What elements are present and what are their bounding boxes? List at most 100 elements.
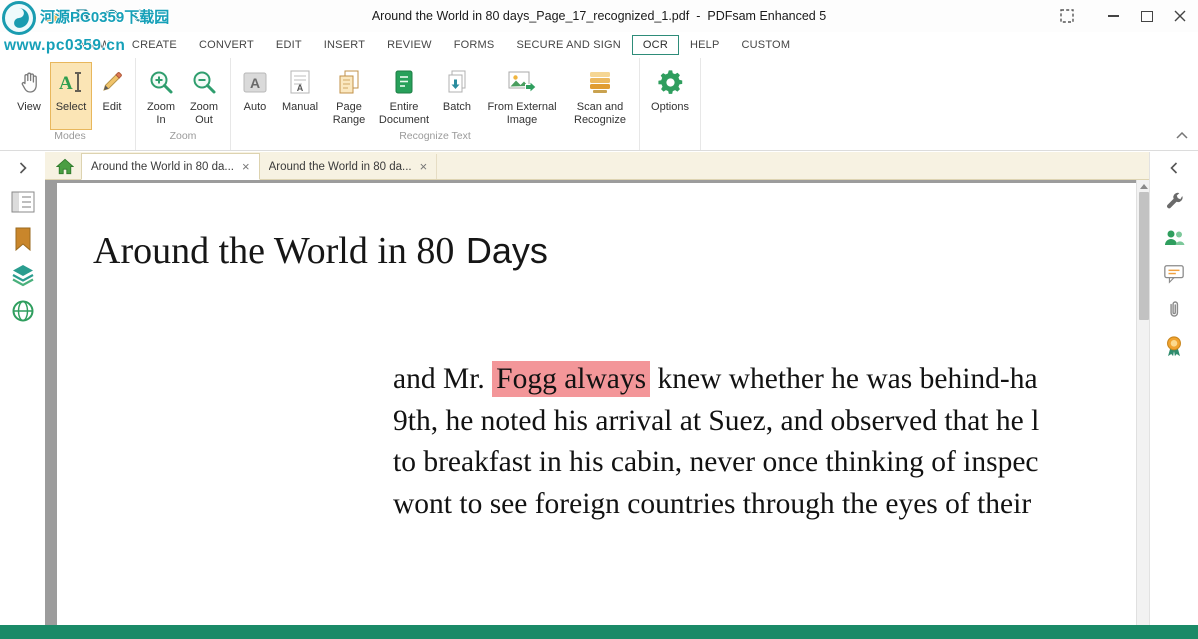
zoom-in-icon [147,65,175,99]
manual-recognize-button[interactable]: A Manual [276,62,324,130]
toggle-layout-icon[interactable] [1050,1,1083,31]
app-name-text: PDFsam Enhanced 5 [707,9,826,23]
titlebar: Around the World in 80 days_Page_17_reco… [0,0,1198,32]
maximize-icon[interactable] [1130,1,1163,31]
certificates-icon[interactable] [1161,335,1187,360]
pencil-icon [99,65,125,99]
right-panel-rail [1149,152,1198,625]
svg-text:A: A [59,73,73,94]
text-line-4: wont to see foreign countries through th… [393,484,1039,526]
ribbon-group-recognize-text: A Auto A Manual Page Range [231,58,640,150]
auto-recognize-label: Auto [244,101,267,114]
recognize-text-group-label: Recognize Text [236,130,634,147]
page-heading: Around the World in 80 Days [93,229,548,273]
scan-and-recognize-button[interactable]: Scan and Recognize [566,62,634,130]
select-text-icon: A [58,65,84,99]
document-tab-bar: Around the World in 80 da... × Around th… [45,152,1150,180]
pdfsam-window: Around the World in 80 days_Page_17_reco… [0,0,1198,639]
entire-document-button[interactable]: Entire Document [374,62,434,130]
close-icon[interactable] [1163,1,1196,31]
ribbon-collapse-icon[interactable] [1176,126,1188,144]
web-links-icon[interactable] [10,299,36,324]
page-thumbnails-icon[interactable] [10,191,36,216]
zoom-out-label: Zoom Out [184,101,224,127]
view-mode-button[interactable]: View [10,62,48,130]
batch-icon [444,65,470,99]
document-canvas: Around the World in 80 Days and Mr. Fogg… [45,180,1150,625]
pdf-page: Around the World in 80 Days and Mr. Fogg… [57,183,1137,625]
ribbon-tab-custom[interactable]: CUSTOM [731,35,802,55]
expand-right-panel-icon[interactable] [1169,161,1179,179]
scroll-up-icon[interactable] [1140,184,1148,189]
zoom-group-label: Zoom [141,130,225,147]
comments-icon[interactable] [1161,263,1187,288]
ribbon-tab-convert[interactable]: CONVERT [188,35,265,55]
window-title: Around the World in 80 days_Page_17_reco… [0,0,1198,32]
page-paragraph: and Mr. Fogg always knew whether he was … [393,359,1039,525]
status-bar [0,625,1198,639]
scrollbar-thumb[interactable] [1139,192,1149,320]
ribbon-tab-review[interactable]: REVIEW [376,35,443,55]
from-external-image-label: From External Image [481,101,563,127]
title-separator: - [696,9,700,23]
ribbon-tab-forms[interactable]: FORMS [443,35,506,55]
ribbon-tab-edit[interactable]: EDIT [265,35,313,55]
view-mode-label: View [17,101,41,114]
vertical-scrollbar[interactable] [1136,180,1150,625]
scanner-icon [586,65,614,99]
ribbon-tab-bar: VIEW CREATE CONVERT EDIT INSERT REVIEW F… [0,32,1198,58]
minimize-icon[interactable] [1097,1,1130,31]
tools-icon[interactable] [1161,191,1187,216]
text-line-2: 9th, he noted his arrival at Suez, and o… [393,401,1039,443]
attachments-icon[interactable] [1161,299,1187,324]
svg-text:A: A [297,83,304,93]
auto-recognize-button[interactable]: A Auto [236,62,274,130]
text-line-1-pre: and Mr. [393,363,492,395]
page-heading-serif: Around the World in 80 [93,230,454,272]
page-heading-sans: Days [466,230,548,271]
zoom-in-button[interactable]: Zoom In [141,62,181,130]
svg-text:A: A [250,75,260,91]
options-button[interactable]: Options [645,62,695,130]
ribbon-tab-view[interactable]: VIEW [70,35,121,55]
modes-group-label: Modes [10,130,130,147]
document-tab-2-label: Around the World in 80 da... [269,161,412,173]
text-line-3: to breakfast in his cabin, never once th… [393,442,1039,484]
ribbon-tab-create[interactable]: CREATE [121,35,188,55]
zoom-out-button[interactable]: Zoom Out [183,62,225,130]
left-panel-rail [0,152,46,625]
ribbon-tab-secure-and-sign[interactable]: SECURE AND SIGN [505,35,631,55]
manual-recognize-icon: A [287,65,313,99]
ribbon-group-modes: View A Select Edit Modes [0,58,136,150]
select-mode-button[interactable]: A Select [50,62,92,130]
close-tab-icon[interactable]: × [420,160,428,173]
layers-icon[interactable] [10,263,36,288]
ribbon-tab-insert[interactable]: INSERT [313,35,376,55]
from-external-image-button[interactable]: From External Image [480,62,564,130]
document-tab-1[interactable]: Around the World in 80 da... × [81,153,260,180]
page-range-icon [336,65,362,99]
document-title-text: Around the World in 80 days_Page_17_reco… [372,9,689,23]
auto-recognize-icon: A [242,65,268,99]
page-range-button[interactable]: Page Range [326,62,372,130]
ribbon-tab-ocr[interactable]: OCR [632,35,679,55]
document-tab-2[interactable]: Around the World in 80 da... × [260,154,438,179]
ribbon-tab-help[interactable]: HELP [679,35,731,55]
batch-button[interactable]: Batch [436,62,478,130]
external-image-icon [507,65,537,99]
entire-document-label: Entire Document [375,101,433,127]
highlighted-text: Fogg always [492,361,650,397]
ribbon-group-options: Options [640,58,701,150]
expand-left-panel-icon[interactable] [18,161,28,179]
zoom-out-icon [190,65,218,99]
edit-mode-button[interactable]: Edit [94,62,130,130]
hand-icon [16,65,42,99]
home-icon[interactable] [52,153,78,179]
window-controls [1050,0,1196,32]
batch-label: Batch [443,101,471,114]
text-line-1-post: knew whether he was behind-ha [650,363,1037,395]
close-tab-icon[interactable]: × [242,160,250,173]
bookmarks-icon[interactable] [10,227,36,252]
edit-mode-label: Edit [103,101,122,114]
people-icon[interactable] [1161,227,1187,252]
